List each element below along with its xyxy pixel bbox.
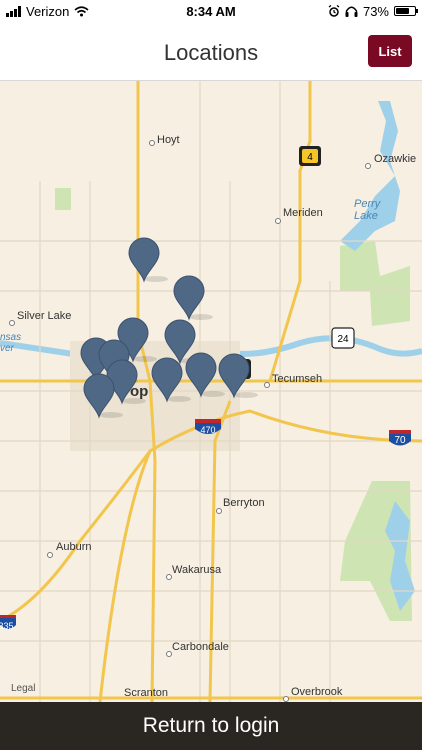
status-time: 8:34 AM [186,3,236,19]
list-button[interactable]: List [368,35,412,67]
battery-fill [396,8,410,14]
status-bar: Verizon 8:34 AM 73% [0,0,422,22]
place-label-berryton: Berryton [223,497,265,509]
place-label-silver-lake: Silver Lake [17,310,72,322]
map-view[interactable]: 4 4 24 470 70 335 Hoyt Ozawkie M [0,81,422,702]
place-label-hoyt: Hoyt [157,134,180,146]
place-label-wakarusa: Wakarusa [172,564,222,576]
k4-north-shield: 4 [299,146,321,166]
header: Locations List [0,22,422,81]
place-label-overbrook: Overbrook [291,686,343,698]
place-label-meriden: Meriden [283,207,323,219]
location-marker[interactable] [128,237,168,283]
location-markers [80,237,258,419]
us24-shield: 24 [331,327,355,349]
i335-shield: 335 [0,615,16,631]
return-to-login-button[interactable]: Return to login [0,702,422,750]
place-label-topeka: op [130,383,149,400]
park-area [340,241,410,326]
place-label-tecumseh: Tecumseh [272,373,323,385]
place-label-ozawkie: Ozawkie [374,153,417,165]
svg-text:70: 70 [394,435,406,446]
perry-lake-water [340,101,400,251]
svg-text:4: 4 [307,152,313,163]
svg-text:24: 24 [337,334,349,345]
place-label-auburn: Auburn [56,541,92,553]
map-legal-link[interactable]: Legal [11,683,35,694]
place-label-perry-lake: Perry Lake [354,198,381,222]
page-title: Locations [163,40,259,65]
place-label-scranton: Scranton [124,687,169,699]
location-marker[interactable] [173,275,213,321]
svg-text:470: 470 [200,425,215,435]
battery-icon [394,6,418,16]
i70-shield: 70 [389,430,411,446]
place-label-kansas-river: nsas ver [0,332,22,354]
park-area [55,188,71,210]
place-label-carbondale: Carbondale [172,641,229,653]
map-canvas[interactable]: 4 4 24 470 70 335 [0,81,422,702]
svg-text:335: 335 [0,621,14,631]
